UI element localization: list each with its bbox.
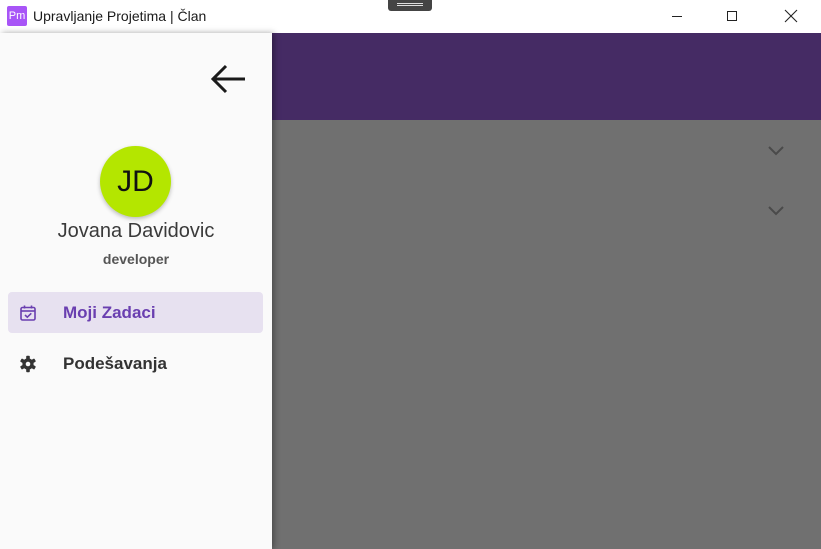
drag-handle[interactable] <box>388 0 432 11</box>
window-titlebar: Pm Upravljanje Projetima | Član <box>0 0 821 33</box>
user-name: Jovana Davidovic <box>57 220 215 242</box>
nav-item-label: Moji Zadaci <box>63 302 156 322</box>
chevron-down-icon[interactable] <box>766 203 786 217</box>
maximize-button[interactable] <box>709 0 755 32</box>
navigation-drawer: JD Jovana Davidovic developer Moji Zadac… <box>0 33 272 549</box>
avatar: JD <box>100 146 171 217</box>
nav-item-moji-zadaci[interactable]: Moji Zadaci <box>8 292 263 333</box>
app-icon: Pm <box>7 6 27 26</box>
arrow-left-icon <box>210 64 245 94</box>
nav-item-podesavanja[interactable]: Podešavanja <box>8 343 263 384</box>
close-button[interactable] <box>768 0 814 32</box>
minimize-button[interactable] <box>654 0 700 32</box>
chevron-down-icon[interactable] <box>766 143 786 157</box>
nav-item-label: Podešavanja <box>63 353 167 373</box>
minimize-icon <box>672 16 682 17</box>
calendar-check-icon <box>8 304 48 322</box>
window-title: Upravljanje Projetima | Član <box>33 8 207 24</box>
user-role: developer <box>102 251 170 267</box>
back-button[interactable] <box>207 59 251 99</box>
gear-icon <box>8 355 48 373</box>
close-icon <box>784 9 798 23</box>
maximize-icon <box>727 11 737 21</box>
